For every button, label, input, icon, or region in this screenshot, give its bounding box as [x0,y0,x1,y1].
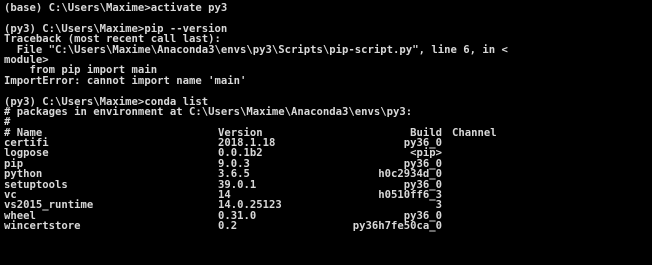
package-row: setuptools 39.0.1 py36_0 [0,179,652,190]
console-window[interactable]: (base) C:\Users\Maxime>activate py3 (py3… [0,0,652,265]
window-bottom-edge [0,265,652,275]
package-row: certifi 2018.1.18 py36_0 [0,138,652,149]
package-row: pip 9.0.3 py36_0 [0,158,652,169]
package-name: wincertstore [4,220,81,233]
package-row: logpose 0.0.1b2 <pip> [0,148,652,159]
prompt-activate-line: (base) C:\Users\Maxime>activate py3 [4,2,228,14]
package-version: 0.2 [218,220,238,233]
import-error-line: ImportError: cannot import name 'main' [4,74,247,87]
package-row: wincertstore 0.2 py36h7fe50ca_0 [0,220,652,233]
package-build: py36h7fe50ca_0 [352,220,442,233]
package-table: certifi 2018.1.18 py36_0 logpose 0.0.1b2 <pip… [0,138,652,232]
traceback-file-line: File "C:\Users\Maxime\Anaconda3\envs\py3… [4,43,508,56]
traceback-header-line: Traceback (most recent call last): [4,33,221,46]
packages-environment-line: # packages in environment at C:\Users\Ma… [4,105,413,118]
package-table-header: # Name Version Build Channel [0,126,652,139]
comment-hash-line: # [4,116,11,129]
package-row: python 3.6.5 h0c2934d_0 [0,169,652,180]
header-channel: Channel [452,126,497,139]
package-row: vc 14 h0510ff6_3 [0,189,652,202]
package-row: vs2015_runtime 14.0.25123 3 [0,200,652,211]
console-output: (base) C:\Users\Maxime>activate py3 (py3… [0,2,652,129]
package-row: wheel 0.31.0 py36_0 [0,210,652,221]
package-build: h0510ff6_3 [378,189,442,202]
